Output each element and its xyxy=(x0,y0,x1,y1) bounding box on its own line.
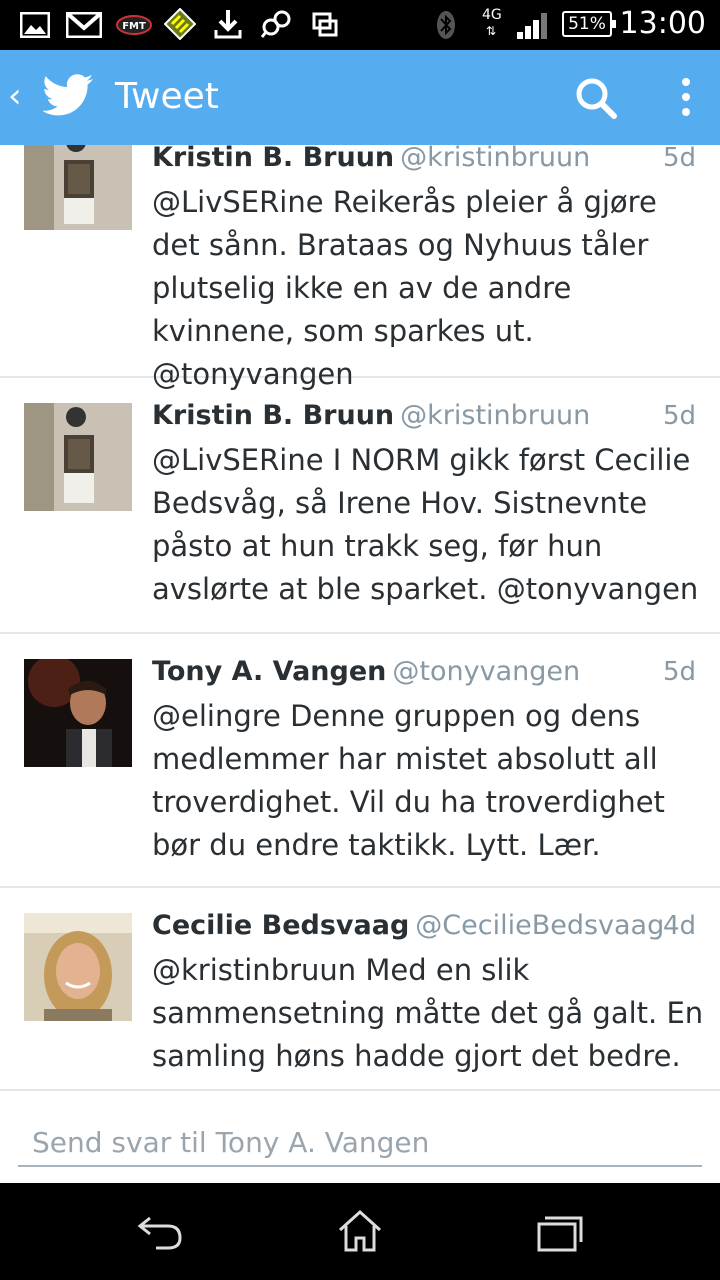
tweet-timestamp: 5d xyxy=(662,145,696,173)
action-bar: ‹ Tweet xyxy=(0,50,720,145)
back-chevron-icon[interactable]: ‹ xyxy=(8,76,22,116)
search-icon[interactable] xyxy=(574,76,618,124)
status-clock: 13:00 xyxy=(619,6,706,41)
app-icon xyxy=(163,7,197,44)
tweet-item[interactable]: Kristin B. Bruun @kristinbruun 5d @LivSER… xyxy=(0,378,720,634)
bluetooth-icon xyxy=(436,10,456,44)
overflow-menu-icon[interactable] xyxy=(680,76,692,122)
page-title: Tweet xyxy=(115,76,219,117)
network-type: 4G xyxy=(482,7,502,23)
tweet-timestamp: 5d xyxy=(662,401,696,431)
fmt-icon: FMT xyxy=(116,15,152,39)
navigation-bar xyxy=(0,1183,720,1280)
signal-icon xyxy=(516,12,550,44)
tweet-author-name[interactable]: Kristin B. Bruun xyxy=(152,400,394,431)
tweet-author-handle[interactable]: @CecilieBedsvaag xyxy=(415,910,664,941)
status-bar: FMT 4G ⇅ 51% 13:00 xyxy=(0,0,720,50)
tweet-text: @elingre Denne gruppen og dens medlemmer… xyxy=(152,699,665,862)
tweet-header: Cecilie Bedsvaag @CecilieBedsvaag 4d xyxy=(152,906,696,946)
svg-text:FMT: FMT xyxy=(122,21,146,32)
home-icon[interactable] xyxy=(336,1208,384,1258)
avatar[interactable] xyxy=(24,403,132,511)
back-icon[interactable] xyxy=(136,1208,184,1258)
tweet-text: @LivSERine Reikerås pleier å gjøre det s… xyxy=(152,185,657,391)
screen-icon xyxy=(312,12,338,42)
avatar[interactable] xyxy=(24,145,132,230)
tweet-author-name[interactable]: Kristin B. Bruun xyxy=(152,145,394,173)
tweet-item[interactable]: Tony A. Vangen @tonyvangen 5d @elingre De… xyxy=(0,634,720,888)
twitter-bird-icon[interactable] xyxy=(42,74,94,122)
reply-input[interactable] xyxy=(18,1119,702,1167)
share-icon xyxy=(260,9,292,43)
tweet-author-name[interactable]: Cecilie Bedsvaag xyxy=(152,910,409,941)
tweet-header: Tony A. Vangen @tonyvangen 5d xyxy=(152,652,696,692)
tweet-author-name[interactable]: Tony A. Vangen xyxy=(152,656,386,687)
gmail-icon xyxy=(65,11,103,42)
tweet-timeline[interactable]: Kristin B. Bruun @kristinbruun 5d @LivSER… xyxy=(0,145,720,1089)
tweet-header: Kristin B. Bruun @kristinbruun 5d xyxy=(152,396,696,436)
tweet-header: Kristin B. Bruun @kristinbruun 5d xyxy=(152,145,696,178)
data-arrows-icon: ⇅ xyxy=(486,24,497,38)
download-icon xyxy=(214,8,242,44)
tweet-author-handle[interactable]: @kristinbruun xyxy=(400,145,590,173)
image-icon xyxy=(19,11,51,42)
battery-indicator: 51% xyxy=(562,11,616,37)
tweet-item[interactable]: Cecilie Bedsvaag @CecilieBedsvaag 4d @kri… xyxy=(0,888,720,1089)
tweet-text: @kristinbruun Med en slik sammensetning … xyxy=(152,953,704,1073)
tweet-text: @LivSERine I NORM gikk først Cecilie Bed… xyxy=(152,443,699,606)
avatar[interactable] xyxy=(24,913,132,1021)
tweet-author-handle[interactable]: @tonyvangen xyxy=(392,656,580,687)
recent-apps-icon[interactable] xyxy=(536,1208,584,1258)
tweet-timestamp: 4d xyxy=(662,911,696,941)
tweet-author-handle[interactable]: @kristinbruun xyxy=(400,400,590,431)
reply-bar xyxy=(0,1089,720,1183)
tweet-item[interactable]: Kristin B. Bruun @kristinbruun 5d @LivSER… xyxy=(0,145,720,391)
avatar[interactable] xyxy=(24,659,132,767)
tweet-timestamp: 5d xyxy=(662,657,696,687)
